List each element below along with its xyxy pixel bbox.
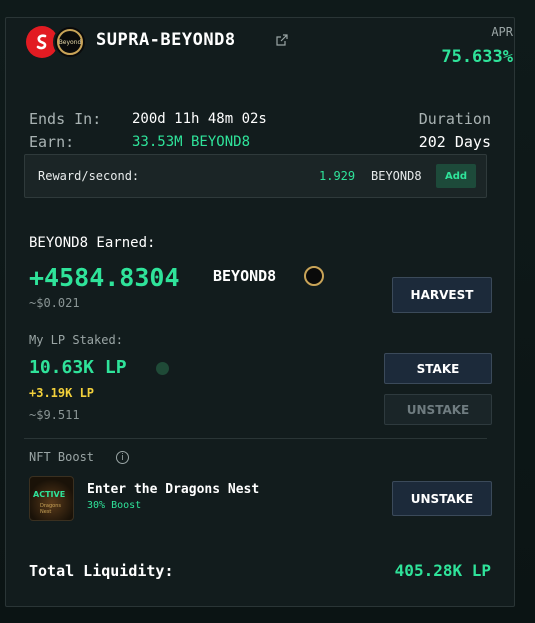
status-dot-icon — [156, 362, 169, 375]
nft-thumb-name: Dragons Nest — [40, 503, 61, 515]
lp-staked-usd: ~$9.511 — [29, 408, 80, 422]
apr-label: APR — [491, 25, 513, 39]
reward-label: Reward/second: — [38, 169, 140, 183]
ends-in-value: 200d 11h 48m 02s — [132, 111, 267, 127]
lp-staked-amount: 10.63K LP — [29, 357, 127, 378]
total-liquidity-value: 405.28K LP — [394, 561, 491, 580]
nft-thumbnail: ACTIVE Dragons Nest — [29, 476, 74, 521]
add-token-button[interactable]: Add — [436, 164, 476, 188]
beyond8-logo-text: Beyond — [57, 29, 83, 55]
lp-staked-delta: +3.19K LP — [29, 386, 95, 400]
beyond8-small-icon — [304, 266, 324, 286]
earned-label: BEYOND8 Earned: — [29, 235, 156, 251]
beyond8-token-logo: Beyond — [53, 25, 87, 59]
unstake-nft-button[interactable]: UNSTAKE — [392, 481, 492, 516]
nft-active-badge: ACTIVE — [33, 490, 66, 499]
earned-token: BEYOND8 — [213, 267, 277, 285]
nft-name: Enter the Dragons Nest — [87, 482, 260, 497]
harvest-button[interactable]: HARVEST — [392, 277, 492, 313]
supra-icon — [36, 34, 47, 50]
apr-value: 75.633% — [441, 47, 513, 67]
ends-in-label: Ends In: — [29, 110, 102, 128]
reward-per-second-box: Reward/second: 1.929 BEYOND8 Add — [24, 154, 487, 198]
duration-label: Duration — [418, 110, 491, 128]
reward-token: BEYOND8 — [371, 169, 422, 183]
reward-amount: 1.929 — [319, 169, 356, 183]
earned-usd: ~$0.021 — [29, 296, 80, 310]
section-divider — [24, 438, 487, 439]
lp-staked-label: My LP Staked: — [29, 333, 123, 347]
nft-boost-label: NFT Boost — [29, 450, 95, 464]
stake-button[interactable]: STAKE — [384, 353, 492, 384]
total-liquidity-label: Total Liquidity: — [29, 562, 174, 580]
duration-value: 202 Days — [418, 133, 491, 151]
pool-title: SUPRA-BEYOND8 — [96, 30, 236, 50]
nft-boost-value: 30% Boost — [87, 500, 142, 511]
earn-label: Earn: — [29, 133, 75, 151]
unstake-lp-button[interactable]: UNSTAKE — [384, 394, 492, 425]
earn-value: 33.53M BEYOND8 — [132, 134, 251, 150]
external-link-icon[interactable] — [276, 34, 288, 46]
info-icon[interactable]: i — [116, 451, 129, 464]
earned-amount: +4584.8304 — [29, 263, 180, 292]
